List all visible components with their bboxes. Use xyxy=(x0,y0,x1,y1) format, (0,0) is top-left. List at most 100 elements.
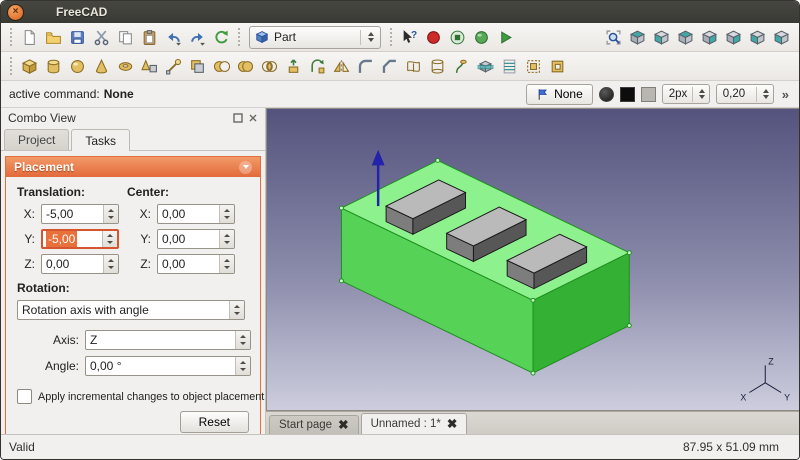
front-view-button[interactable] xyxy=(649,25,673,49)
refresh-button[interactable] xyxy=(209,25,233,49)
ruled-surface-button[interactable] xyxy=(401,54,425,78)
stepper-icon[interactable] xyxy=(219,205,234,223)
command-bar: active command: None None 2px 0,20 » xyxy=(1,81,799,108)
apply-incremental-checkbox[interactable] xyxy=(17,389,32,404)
placement-header[interactable]: Placement xyxy=(6,157,260,177)
collapse-panel-icon[interactable] xyxy=(239,161,252,174)
fit-all-icon xyxy=(605,29,622,46)
part-sphere-button[interactable] xyxy=(65,54,89,78)
chamfer-button[interactable] xyxy=(377,54,401,78)
angle-input[interactable]: 0,00 ° xyxy=(85,356,251,376)
part-box-button[interactable] xyxy=(17,54,41,78)
line-width-select[interactable]: 2px xyxy=(662,84,710,104)
tab-project[interactable]: Project xyxy=(4,129,69,150)
axonometric-view-button[interactable] xyxy=(625,25,649,49)
model-box[interactable] xyxy=(341,160,629,373)
create-primitives-button[interactable] xyxy=(137,54,161,78)
line-width-value: 2px xyxy=(669,88,688,100)
whats-this-button[interactable]: ? xyxy=(397,25,421,49)
new-document-button[interactable] xyxy=(17,25,41,49)
left-view-button[interactable] xyxy=(769,25,793,49)
macro-record-button[interactable] xyxy=(421,25,445,49)
workbench-selector[interactable]: Part xyxy=(249,26,381,49)
right-view-button[interactable] xyxy=(697,25,721,49)
redo-button[interactable] xyxy=(185,25,209,49)
boolean-union-icon xyxy=(237,58,254,75)
boolean-cut-button[interactable] xyxy=(209,54,233,78)
reset-button[interactable]: Reset xyxy=(180,411,249,433)
loft-button[interactable] xyxy=(425,54,449,78)
stepper-icon[interactable] xyxy=(102,231,117,247)
float-panel-icon[interactable] xyxy=(233,113,243,123)
viewport-canvas[interactable]: Z X Y xyxy=(266,108,799,411)
svg-text:?: ? xyxy=(410,30,416,41)
freecad-window: × FreeCAD Part ? active command: xyxy=(0,0,800,460)
placement-task-panel: Placement Translation: Center: X: -5,00 xyxy=(5,156,261,442)
thickness-button[interactable] xyxy=(545,54,569,78)
close-panel-icon[interactable] xyxy=(248,113,258,123)
shape-builder-button[interactable] xyxy=(161,54,185,78)
boolean-operation-button[interactable] xyxy=(185,54,209,78)
stepper-icon[interactable] xyxy=(103,205,118,223)
revolve-icon xyxy=(309,58,326,75)
part-torus-button[interactable] xyxy=(113,54,137,78)
open-document-button[interactable] xyxy=(41,25,65,49)
stepper-icon[interactable] xyxy=(219,255,234,273)
line-color-swatch[interactable] xyxy=(620,87,635,102)
stepper-icon[interactable] xyxy=(235,357,250,375)
stepper-icon[interactable] xyxy=(103,255,118,273)
translation-value-input[interactable]: -5,00 xyxy=(41,229,119,249)
axis-select[interactable]: Z xyxy=(85,330,251,350)
cross-sections-button[interactable] xyxy=(497,54,521,78)
boolean-union-button[interactable] xyxy=(233,54,257,78)
macro-record-icon xyxy=(425,29,442,46)
translation-value-input[interactable]: -5,00 xyxy=(41,204,119,224)
tab-close-icon[interactable]: ✖ xyxy=(447,418,457,431)
offset-button[interactable] xyxy=(521,54,545,78)
shape-builder-icon xyxy=(165,58,182,75)
point-size-spinner[interactable]: 0,20 xyxy=(716,84,774,104)
toolbar-overflow-button[interactable]: » xyxy=(780,87,791,102)
stepper-icon xyxy=(756,87,773,102)
bottom-view-icon xyxy=(749,29,766,46)
boolean-intersection-button[interactable] xyxy=(257,54,281,78)
svg-text:Z: Z xyxy=(768,356,774,366)
bottom-view-button[interactable] xyxy=(745,25,769,49)
tab-close-icon[interactable]: ✖ xyxy=(338,419,348,432)
translation-value-input[interactable]: 0,00 xyxy=(41,254,119,274)
tab-unnamed-document[interactable]: Unnamed : 1* ✖ xyxy=(361,413,468,434)
part-cylinder-button[interactable] xyxy=(41,54,65,78)
paste-button[interactable] xyxy=(137,25,161,49)
save-document-button[interactable] xyxy=(65,25,89,49)
sweep-button[interactable] xyxy=(449,54,473,78)
part-cone-button[interactable] xyxy=(89,54,113,78)
window-close-button[interactable]: × xyxy=(7,4,24,21)
annotation-none-button[interactable]: None xyxy=(526,84,593,105)
center-value-input[interactable]: 0,00 xyxy=(157,229,235,249)
rotation-mode-select[interactable]: Rotation axis with angle xyxy=(17,300,245,320)
toolbar-grip xyxy=(390,28,392,46)
mirror-button[interactable] xyxy=(329,54,353,78)
shape-color-swatch[interactable] xyxy=(599,87,614,102)
stepper-icon[interactable] xyxy=(219,230,234,248)
combo-view-tabs: ProjectTasks xyxy=(1,128,265,151)
execute-macro-button[interactable] xyxy=(493,25,517,49)
cut-button[interactable] xyxy=(89,25,113,49)
macros-dialog-button[interactable] xyxy=(469,25,493,49)
tab-start-page[interactable]: Start page ✖ xyxy=(269,415,359,434)
fit-all-button[interactable] xyxy=(601,25,625,49)
center-value-input[interactable]: 0,00 xyxy=(157,204,235,224)
macro-stop-button[interactable] xyxy=(445,25,469,49)
extrude-button[interactable] xyxy=(281,54,305,78)
loft-icon xyxy=(429,58,446,75)
undo-button[interactable] xyxy=(161,25,185,49)
section-button[interactable] xyxy=(473,54,497,78)
top-view-button[interactable] xyxy=(673,25,697,49)
copy-button[interactable] xyxy=(113,25,137,49)
rear-view-button[interactable] xyxy=(721,25,745,49)
center-value-input[interactable]: 0,00 xyxy=(157,254,235,274)
face-color-swatch[interactable] xyxy=(641,87,656,102)
tab-tasks[interactable]: Tasks xyxy=(71,129,130,151)
fillet-button[interactable] xyxy=(353,54,377,78)
revolve-button[interactable] xyxy=(305,54,329,78)
